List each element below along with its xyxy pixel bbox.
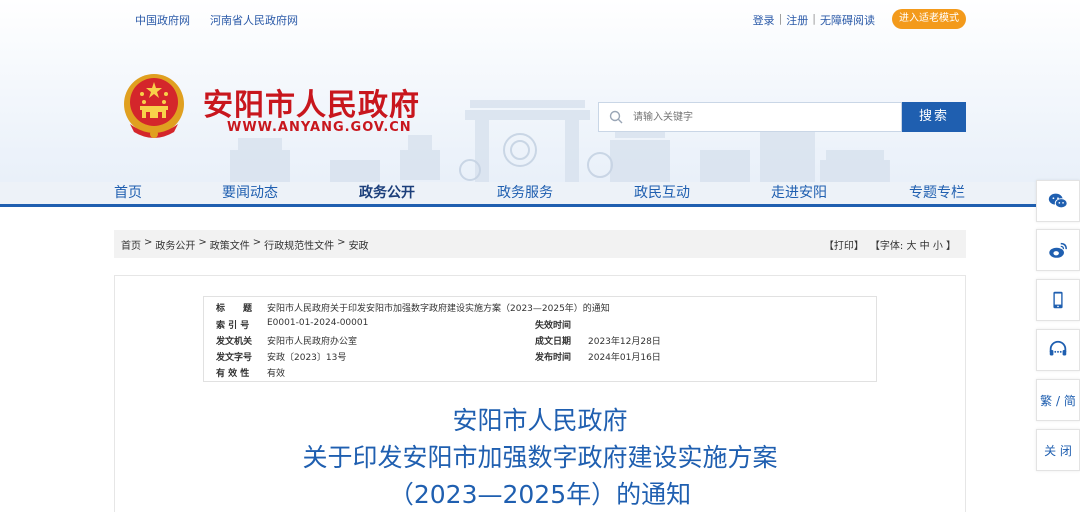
weibo-button[interactable]: [1036, 229, 1080, 271]
meta-issuer-value: 安阳市人民政府办公室: [267, 337, 358, 347]
meta-row-title: 标 题 安阳市人民政府关于印发安阳市加强数字政府建设实施方案（2023—2025…: [204, 298, 878, 314]
meta-label: 发布时间: [535, 353, 572, 363]
page-tools: 【打印】 【字体: 大 中 小 】: [824, 237, 956, 252]
meta-valid-value: 有效: [267, 369, 286, 379]
breadcrumb-policy-docs[interactable]: 政策文件: [210, 237, 250, 252]
nav-special-topics[interactable]: 专题专栏: [909, 182, 965, 202]
meta-row-docno: 发文字号 安政〔2023〕13号 发布时间 2024年01月16日: [204, 347, 878, 363]
elder-mode-button[interactable]: 进入适老模式: [892, 9, 966, 29]
link-china-gov[interactable]: 中国政府网: [135, 12, 190, 28]
meta-title-value: 安阳市人民政府关于印发安阳市加强数字政府建设实施方案（2023—2025年）的通…: [267, 304, 610, 314]
header-banner: 中国政府网 河南省人民政府网 登录 | 注册 | 无障碍阅读 进入适老模式 安阳…: [0, 0, 1080, 206]
separator: |: [812, 12, 816, 25]
close-float-bar-button[interactable]: 关 闭: [1036, 429, 1080, 471]
breadcrumb-gov-open[interactable]: 政务公开: [155, 237, 195, 252]
separator: |: [778, 12, 783, 25]
customer-service-button[interactable]: [1036, 329, 1080, 371]
user-links: 登录 | 注册 | 无障碍阅读: [753, 12, 875, 28]
site-name: 安阳市人民政府: [203, 88, 420, 123]
site-url: WWW.ANYANG.GOV.CN: [227, 120, 412, 135]
meta-published-value: 2024年01月16日: [588, 353, 661, 363]
mobile-button[interactable]: [1036, 279, 1080, 321]
document-title-line: 安阳市人民政府: [452, 406, 628, 435]
breadcrumb-separator: >: [252, 237, 262, 248]
main-nav: 首页 要闻动态 政务公开 政务服务 政民互动 走进安阳 专题专栏: [0, 176, 1080, 206]
breadcrumb-home[interactable]: 首页: [121, 237, 141, 252]
nav-underline: [0, 204, 1036, 207]
document-title-line: 关于印发安阳市加强数字政府建设实施方案: [302, 443, 778, 472]
nav-news[interactable]: 要闻动态: [222, 182, 278, 202]
font-size-control: 【字体: 大 中 小 】: [870, 237, 956, 252]
meta-index-value: E0001-01-2024-00001: [267, 318, 369, 328]
traditional-simplified-toggle[interactable]: 繁 / 简: [1036, 379, 1080, 421]
nav-gov-services[interactable]: 政务服务: [497, 182, 553, 202]
headset-icon: [1049, 340, 1067, 356]
link-henan-gov[interactable]: 河南省人民政府网: [210, 12, 298, 28]
breadcrumb-separator: >: [337, 237, 346, 248]
breadcrumb-bar: 首页 > 政务公开 > 政策文件 > 行政规范性文件 > 安政 【打印】 【字体…: [114, 230, 966, 258]
font-medium-button[interactable]: 中: [920, 241, 930, 252]
meta-created-value: 2023年12月28日: [588, 337, 661, 347]
meta-row-issuer: 发文机关 安阳市人民政府办公室 成文日期 2023年12月28日: [204, 331, 878, 347]
font-size-suffix: 】: [946, 241, 956, 252]
register-link[interactable]: 注册: [786, 12, 808, 28]
mobile-phone-icon: [1053, 291, 1063, 309]
meta-label: 发文字号: [216, 353, 253, 363]
meta-label: 成文日期: [535, 337, 572, 347]
meta-label: 有 效 性: [216, 369, 250, 379]
nav-interaction[interactable]: 政民互动: [634, 182, 690, 202]
weibo-icon: [1049, 242, 1067, 258]
wechat-icon: [1048, 193, 1068, 209]
login-link[interactable]: 登录: [753, 12, 775, 28]
accessible-reading-link[interactable]: 无障碍阅读: [820, 12, 875, 28]
meta-label: 索 引 号: [216, 321, 250, 331]
meta-label: 标 题: [216, 304, 253, 314]
breadcrumb-anzheng[interactable]: 安政: [349, 237, 369, 252]
national-emblem-logo: [124, 74, 184, 138]
breadcrumb-separator: >: [198, 237, 207, 248]
search-icon: [609, 110, 623, 124]
font-large-button[interactable]: 大: [906, 241, 916, 252]
breadcrumb: 首页 > 政务公开 > 政策文件 > 行政规范性文件 > 安政: [121, 237, 369, 252]
meta-docno-value: 安政〔2023〕13号: [267, 353, 347, 363]
nav-gov-affairs-open[interactable]: 政务公开: [359, 182, 415, 202]
top-links: 中国政府网 河南省人民政府网: [135, 12, 298, 28]
wechat-button[interactable]: [1036, 180, 1080, 222]
search-input[interactable]: [633, 107, 893, 127]
font-small-button[interactable]: 小: [933, 241, 943, 252]
meta-label: 失效时间: [535, 321, 572, 331]
nav-home[interactable]: 首页: [114, 182, 142, 202]
meta-row-index: 索 引 号 E0001-01-2024-00001 失效时间: [204, 315, 878, 331]
meta-label: 发文机关: [216, 337, 253, 347]
document-metadata-table: 标 题 安阳市人民政府关于印发安阳市加强数字政府建设实施方案（2023—2025…: [203, 296, 877, 382]
breadcrumb-separator: >: [144, 237, 153, 248]
document-title-line: （2023—2025年）的通知: [388, 480, 692, 509]
breadcrumb-normative-docs[interactable]: 行政规范性文件: [264, 237, 334, 252]
font-size-label: 【字体:: [869, 241, 904, 252]
search-box: [598, 102, 902, 132]
search-button[interactable]: 搜索: [902, 102, 966, 132]
nav-about-anyang[interactable]: 走进安阳: [771, 182, 827, 202]
meta-row-validity: 有 效 性 有效: [204, 363, 878, 379]
print-button[interactable]: 【打印】: [824, 237, 864, 252]
